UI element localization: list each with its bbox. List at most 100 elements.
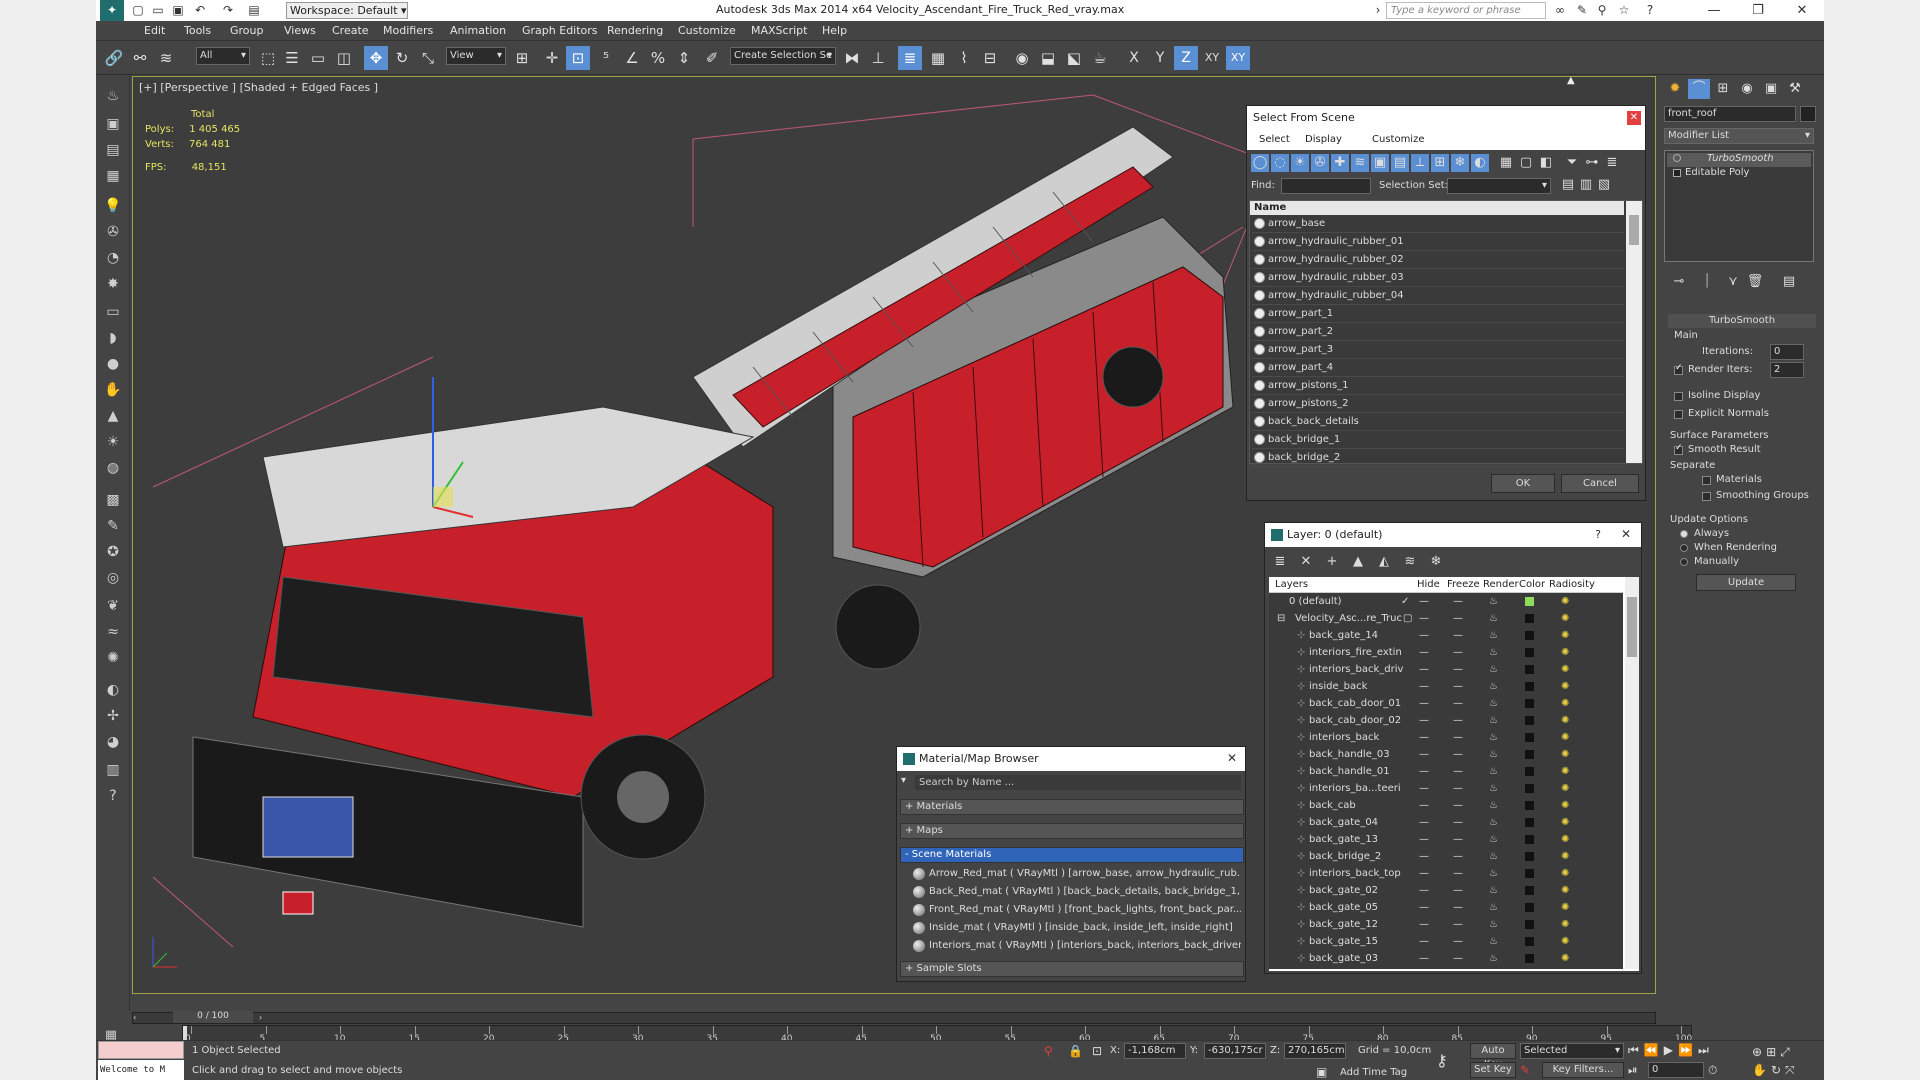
turbosmooth-rollout[interactable]: TurboSmooth — [1668, 314, 1816, 328]
help-icon[interactable]: ? — [1642, 2, 1658, 18]
layer-color-swatch[interactable] — [1525, 597, 1534, 606]
schematic-view-icon[interactable]: ⊟ — [978, 46, 1002, 70]
hide-dash-icon[interactable]: — — [1419, 950, 1429, 967]
menu-customize[interactable]: Customize — [678, 24, 736, 37]
materials-checkbox[interactable] — [1702, 476, 1711, 485]
selection-filter-dropdown[interactable]: All ▾ — [196, 47, 250, 65]
help-circle-icon[interactable]: ? — [103, 786, 123, 806]
display-tab-icon[interactable]: ▣ — [1760, 79, 1782, 99]
keyboard-shortcut-icon[interactable]: ⊡ — [566, 46, 590, 70]
scene-object-row[interactable]: arrow_hydraulic_rubber_04 — [1252, 287, 1624, 305]
new-layer-icon[interactable]: ≣ — [1271, 553, 1289, 571]
zoom-all-icon[interactable]: ⊞ — [1766, 1045, 1780, 1059]
render-teapot-icon[interactable]: ♨ — [1489, 780, 1498, 797]
audio-icon[interactable]: ◔ — [103, 248, 123, 268]
key-mode-toggle-icon[interactable]: ⏯ — [1628, 1063, 1638, 1078]
hide-dash-icon[interactable]: — — [1419, 933, 1429, 950]
fur-icon[interactable]: ✺ — [103, 648, 123, 668]
iterations-spinner[interactable]: 0 — [1770, 344, 1804, 360]
freeze-dash-icon[interactable]: — — [1453, 865, 1463, 882]
scene-object-row[interactable]: arrow_pistons_2 — [1252, 395, 1624, 413]
layer-object-row[interactable]: ⊹ back_gate_03 — — ♨ ✺ — [1269, 950, 1619, 967]
pivot-center-icon[interactable]: ⊞ — [510, 46, 534, 70]
render-teapot-icon[interactable]: ♨ — [1489, 814, 1498, 831]
layer-object-row[interactable]: ⊹ back_gate_05 — — ♨ ✺ — [1269, 899, 1619, 916]
render-teapot-icon[interactable]: ♨ — [1489, 729, 1498, 746]
freeze-dash-icon[interactable]: — — [1453, 661, 1463, 678]
scene-object-row[interactable]: arrow_base — [1252, 215, 1624, 233]
layer-object-row[interactable]: ⊹ back_gate_12 — — ♨ ✺ — [1269, 916, 1619, 933]
key-icon[interactable]: ⚷ — [1436, 1051, 1448, 1070]
freeze-dash-icon[interactable]: — — [1453, 610, 1463, 627]
freeze-dash-icon[interactable]: — — [1453, 950, 1463, 967]
layer-color-swatch[interactable] — [1525, 750, 1534, 759]
time-slider[interactable]: ‹ 0 / 100 › — [132, 1011, 1656, 1024]
workspace-dropdown[interactable]: Workspace: Default ▾ — [286, 2, 408, 19]
scene-materials-section[interactable]: - Scene Materials — [900, 847, 1244, 863]
render-teapot-icon[interactable]: ♨ — [1489, 933, 1498, 950]
layer-color-swatch[interactable] — [1525, 682, 1534, 691]
render-production-icon[interactable]: ☕ — [1088, 46, 1112, 70]
go-to-start-icon[interactable]: ⏮ — [1628, 1043, 1644, 1057]
undo-icon[interactable]: ↶ — [192, 2, 208, 18]
radiosity-icon[interactable]: ✺ — [1561, 950, 1569, 967]
motion-tab-icon[interactable]: ◉ — [1736, 79, 1758, 99]
app-logo-icon[interactable]: ✦ — [100, 0, 124, 21]
orbit-icon[interactable]: ↻ — [1771, 1063, 1785, 1077]
material-close-icon[interactable]: ✕ — [1227, 751, 1237, 765]
menu-tools[interactable]: Tools — [184, 24, 211, 37]
layer-object-row[interactable]: ⊹ back_cab_door_01 — — ♨ ✺ — [1269, 695, 1619, 712]
scene-material-row[interactable]: Arrow_Red_mat ( VRayMtl ) [arrow_base, a… — [911, 865, 1241, 883]
radiosity-icon[interactable]: ✺ — [1561, 763, 1569, 780]
curve-editor-icon[interactable]: ⌇ — [952, 46, 976, 70]
remove-modifier-icon[interactable]: 🗑 — [1744, 272, 1766, 292]
layer-help-button[interactable]: ? — [1595, 528, 1601, 541]
layer-object-row[interactable]: ⊹ interiors_back — — ♨ ✺ — [1269, 729, 1619, 746]
render-teapot-icon[interactable]: ♨ — [1489, 865, 1498, 882]
cone-icon[interactable]: ▲ — [103, 406, 123, 426]
stack-item-editable-poly[interactable]: Editable Poly — [1667, 167, 1811, 181]
radiosity-icon[interactable]: ✺ — [1561, 848, 1569, 865]
hide-dash-icon[interactable]: — — [1419, 797, 1429, 814]
maxscript-listener-top[interactable] — [98, 1041, 184, 1059]
ring-icon[interactable]: ◍ — [103, 458, 123, 478]
hide-dash-icon[interactable]: — — [1419, 814, 1429, 831]
freeze-dash-icon[interactable]: — — [1453, 899, 1463, 916]
menu-modifiers[interactable]: Modifiers — [383, 24, 433, 37]
hide-all-icon[interactable]: ≋ — [1401, 553, 1419, 571]
unlink-icon[interactable]: ⚯ — [128, 46, 152, 70]
cancel-button[interactable]: Cancel — [1561, 474, 1639, 493]
render-iters-checkbox[interactable] — [1674, 363, 1683, 375]
always-radio[interactable] — [1680, 530, 1688, 538]
layer-color-swatch[interactable] — [1525, 784, 1534, 793]
select-menu-display[interactable]: Display — [1305, 134, 1342, 145]
scene-object-row[interactable]: back_bridge_2 — [1252, 449, 1624, 467]
when-rendering-radio[interactable] — [1680, 544, 1688, 552]
selection-set-dropdown[interactable]: ▾ — [1447, 178, 1551, 194]
hide-dash-icon[interactable]: — — [1419, 729, 1429, 746]
z-coordinate-field[interactable]: 270,165cm — [1284, 1043, 1346, 1059]
render-teapot-icon[interactable]: ♨ — [1489, 950, 1498, 967]
hide-dash-icon[interactable]: — — [1419, 610, 1429, 627]
layer-object-row[interactable]: ⊹ back_gate_02 — — ♨ ✺ — [1269, 882, 1619, 899]
globe-icon[interactable]: ◎ — [103, 568, 123, 588]
maximize-viewport-icon[interactable]: ⤧ — [1785, 1063, 1799, 1077]
layer-color-swatch[interactable] — [1525, 886, 1534, 895]
toggle-ribbon-icon[interactable]: ▦ — [926, 46, 950, 70]
add-to-layer-icon[interactable]: + — [1323, 553, 1341, 571]
layer-scrollbar[interactable] — [1625, 577, 1639, 969]
angle-snap-icon[interactable]: ∠ — [620, 46, 644, 70]
binoculars-icon[interactable]: ∞ — [1552, 2, 1568, 18]
filter-groups-icon[interactable]: ▣ — [1371, 154, 1389, 172]
radiosity-icon[interactable]: ✺ — [1561, 695, 1569, 712]
axis-xy-cycle-button[interactable]: XY — [1226, 46, 1250, 70]
select-none-icon[interactable]: ▢ — [1517, 154, 1535, 172]
x-coordinate-field[interactable]: -1,168cm — [1124, 1043, 1186, 1059]
manipulate-icon[interactable]: ✛ — [540, 46, 564, 70]
render-iters-spinner[interactable]: 2 — [1770, 362, 1804, 378]
scene-material-row[interactable]: Interiors_mat ( VRayMtl ) [interiors_bac… — [911, 937, 1241, 955]
light-bulb-icon[interactable]: 💡 — [103, 196, 123, 216]
prev-key-icon[interactable]: ⏪ — [1644, 1043, 1664, 1057]
radiosity-icon[interactable]: ✺ — [1561, 678, 1569, 695]
scene-object-row[interactable]: arrow_part_4 — [1252, 359, 1624, 377]
